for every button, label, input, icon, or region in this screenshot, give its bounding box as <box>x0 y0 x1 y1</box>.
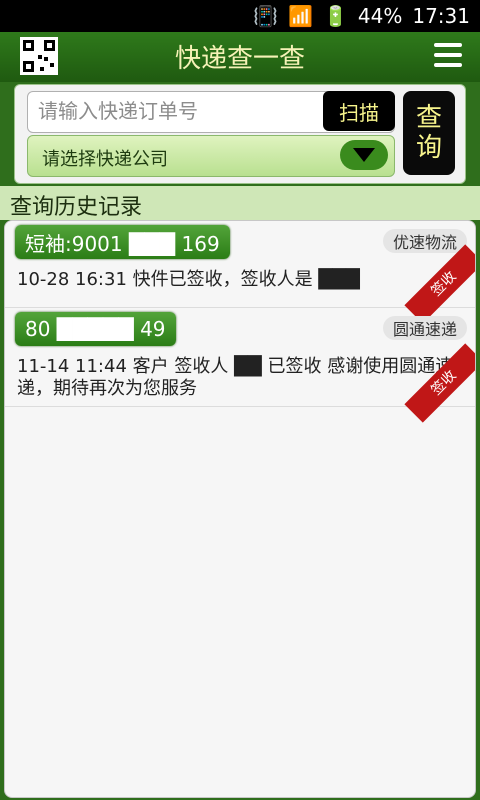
menu-line <box>434 53 462 57</box>
company-select-label: 请选择快递公司 <box>42 149 168 170</box>
status-icons: 📳 📶 🔋 44% 17:31 <box>253 4 470 28</box>
wifi-icon: 📶 <box>288 4 313 28</box>
battery-icon: 🔋 <box>323 4 348 28</box>
query-label-top: 查 <box>415 103 442 133</box>
tracking-message: 11-14 11:44 客户 签收人 ██ 已签收 感谢使用圆通速递，期待再次为… <box>17 356 454 399</box>
qr-code-icon[interactable] <box>20 37 58 75</box>
order-number-badge: 短袖:9001 ███ 169 <box>15 225 230 259</box>
app-title: 快递查一查 <box>174 44 305 74</box>
scan-button[interactable]: 扫描 <box>323 91 395 131</box>
tracking-message: 10-28 16:31 快件已签收，签收人是 ███ <box>17 269 360 290</box>
menu-line <box>434 63 462 67</box>
company-select[interactable]: 请选择快递公司 <box>27 135 395 177</box>
company-tag: 优速物流 <box>382 229 467 253</box>
history-item[interactable]: 短袖:9001 ███ 169 优速物流 10-28 16:31 快件已签收，签… <box>5 221 475 324</box>
clock: 17:31 <box>412 4 470 28</box>
app-bar: 快递查一查 <box>0 32 480 82</box>
company-tag: 圆通速递 <box>382 316 467 340</box>
history-title: 查询历史记录 <box>10 195 143 220</box>
battery-percent: 44% <box>357 4 403 28</box>
query-button[interactable]: 查 询 <box>403 91 455 175</box>
vibrate-icon: 📳 <box>253 4 279 28</box>
order-number-badge: 80 █████ 49 <box>15 312 176 346</box>
scan-label: 扫描 <box>339 100 379 125</box>
search-panel: 扫描 请选择快递公司 查 询 <box>14 84 466 184</box>
tracking-number-input[interactable] <box>36 92 320 130</box>
chevron-down-icon <box>353 148 375 162</box>
status-bar: 📳 📶 🔋 44% 17:31 <box>0 0 480 32</box>
tracking-number-field[interactable]: 扫描 <box>27 91 395 133</box>
history-header: 查询历史记录 <box>0 186 480 220</box>
query-label-bottom: 询 <box>415 133 442 163</box>
hamburger-menu-icon[interactable] <box>434 43 462 67</box>
dropdown-button[interactable] <box>340 140 388 170</box>
history-item[interactable]: 80 █████ 49 圆通速递 11-14 11:44 客户 签收人 ██ 已… <box>5 308 475 423</box>
menu-line <box>434 43 462 47</box>
history-list: 短袖:9001 ███ 169 优速物流 10-28 16:31 快件已签收，签… <box>4 220 476 798</box>
